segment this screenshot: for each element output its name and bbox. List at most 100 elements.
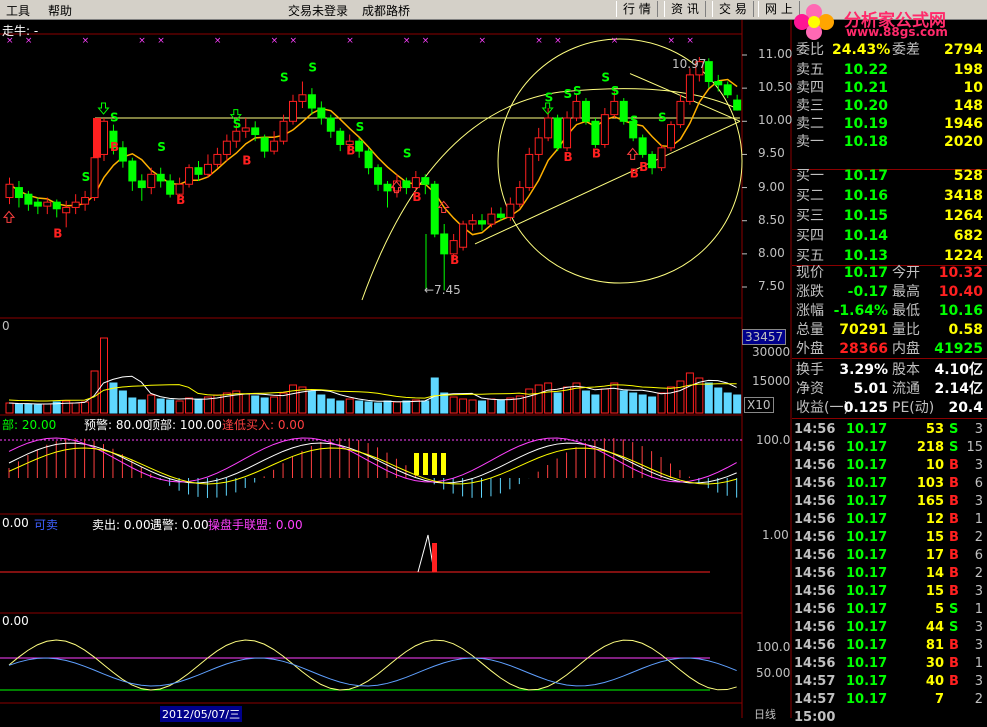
candle-body [459,223,468,248]
tick-direction: B [949,674,959,689]
stat-label: 最低 [892,303,920,319]
ask-volume: 198 [953,62,983,78]
price-axis-tick: 8.00 [758,245,785,260]
candle-body [496,213,505,218]
panel4-line-blue [8,657,737,687]
tick-price: 10.17 [846,620,888,635]
cross-marker: × [535,36,543,46]
trade-button[interactable]: 交 易 [712,1,754,17]
tick-time: 14:56 [794,440,836,455]
up-arrow-icon [2,210,16,223]
candle-body [421,177,430,185]
volume-bar [487,398,496,414]
menu-help[interactable]: 帮助 [48,2,72,19]
period-label[interactable]: 日线 [754,706,776,722]
candle-body [203,163,212,175]
buy-signal-marker: B [110,140,119,154]
stat-value: 10.40 [938,284,983,300]
tick-price: 10.17 [846,692,888,707]
volume-bar [534,384,543,414]
tick-direction: B [949,458,959,473]
volume-bar [572,382,581,414]
candle-body [166,180,175,195]
volume-bar [166,399,175,414]
volume-panel-label: 0 [2,319,10,333]
candle-body [364,150,373,169]
bid-volume: 682 [953,228,983,244]
tick-count: 15 [966,440,983,455]
ask-price: 10.20 [843,98,888,114]
tick-volume: 165 [916,494,944,509]
cross-marker: × [346,36,354,46]
candle-body [260,137,269,152]
candle-body [336,130,345,145]
ask-row: 卖五 10.22 198 [792,60,987,80]
tick-time: 14:56 [794,422,836,437]
tick-count: 1 [974,512,983,527]
finance-row: 换手 3.29% 股本 4.10亿 [792,360,987,380]
candle-body [506,203,515,218]
finance-label: 换手 [796,362,824,378]
menu-tools[interactable]: 工具 [6,2,30,19]
finance-value: 3.29% [839,362,888,378]
sell-signal-marker: S [110,110,119,124]
volume-bar [525,388,534,414]
tick-price: 10.17 [846,476,888,491]
buy-signal-marker: B [592,147,601,161]
volume-bar [137,399,146,414]
cross-marker: × [271,36,279,46]
panel2-label-warn: 预警: 80.00 [84,418,151,432]
bid-label: 买三 [796,208,824,224]
volume-bar [185,397,194,414]
tick-direction: B [949,548,959,563]
tick-time: 14:56 [794,530,836,545]
volume-bar [459,398,468,414]
stat-value: 10.32 [938,265,983,281]
volume-bar [619,390,628,414]
kline-chart[interactable]: SSSSSSSSS S SS SSSBBBBBBBB BB B× × × × × × × × × × × × × ×… [0,20,792,718]
panel3-spike [417,534,435,573]
candle-body [581,100,590,122]
ratio-value: 24.43% [832,42,891,58]
ask-label: 卖四 [796,80,824,96]
candle-body [374,167,383,185]
tick-time: 14:56 [794,602,836,617]
low-price-label: ←7.45 [424,283,461,297]
candle-body [515,187,524,205]
trade-tick-row: 14:56 10.17 17 B 6 [792,547,987,565]
tick-volume: 81 [925,638,944,653]
volume-bar [610,382,619,414]
volume-bar [563,386,572,414]
volume-current: 33457 [742,329,787,345]
quote-panel: 委比 24.43% 委差 2794 卖五 10.22 198 卖四 10.21 10 卖三 10.20… [792,40,987,725]
volume-bar [714,387,723,414]
tick-volume: 17 [925,548,944,563]
volume-multiplier: X10 [744,397,774,413]
tick-price: 10.17 [846,566,888,581]
quotes-button[interactable]: 行 情 [616,1,658,17]
volume-bar [24,403,33,414]
candle-body [251,127,260,136]
volume-bar [156,398,165,414]
cross-marker: × [422,36,430,46]
candle-body [478,220,486,225]
volume-bar [326,398,335,414]
buy-signal-marker: B [412,190,421,204]
tick-time: 14:56 [794,638,836,653]
trade-tick-row: 14:56 10.17 10 B 3 [792,457,987,475]
tick-volume: 103 [916,476,944,491]
tick-count: 3 [974,620,983,635]
stat-label: 今开 [892,265,920,281]
sell-signal-marker: S [280,71,289,85]
candle-body [534,137,543,155]
tick-direction: B [949,530,959,545]
tick-direction: S [949,440,959,455]
stat-value: 28366 [839,341,888,357]
tick-volume: 5 [934,602,944,617]
tick-direction: B [949,584,959,599]
candle-body [71,201,80,208]
stat-row: 总量 70291 量比 0.58 [792,320,987,340]
trade-tick-row: 14:56 10.17 44 S 3 [792,619,987,637]
panel4-tick-50: 50.00 [756,666,791,680]
info-button[interactable]: 资 讯 [664,1,706,17]
